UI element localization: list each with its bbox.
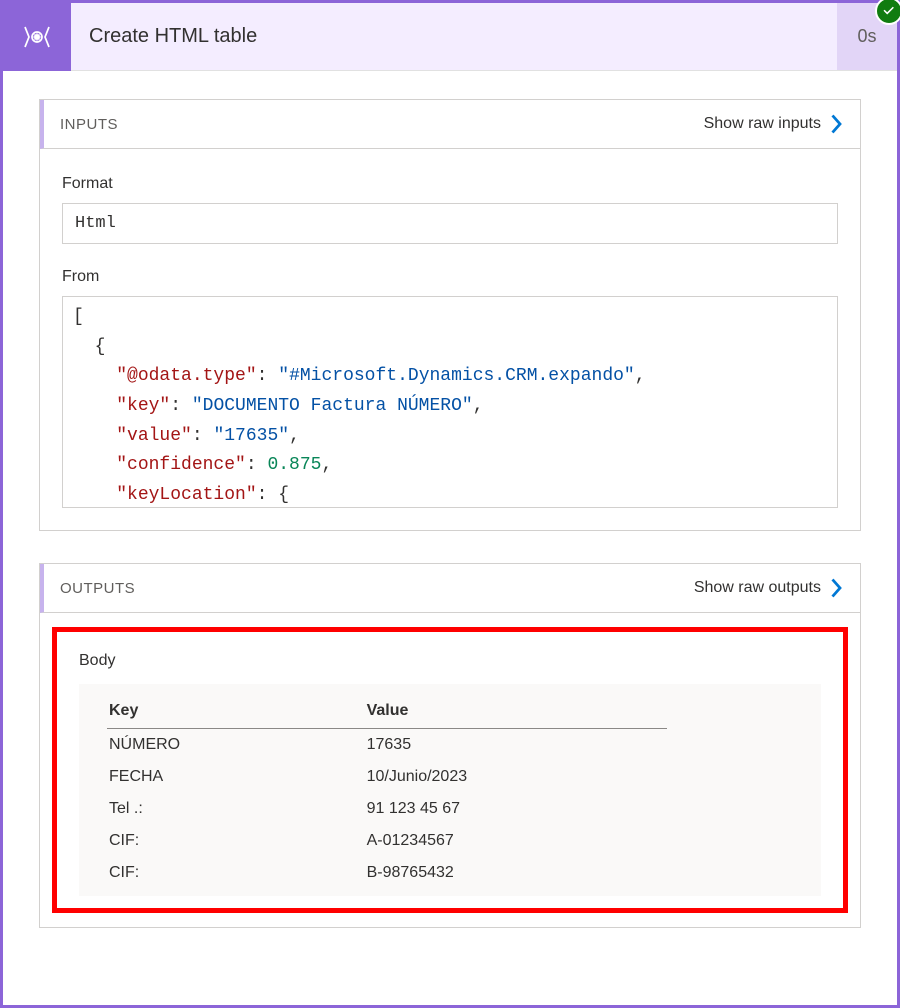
cell-value: 10/Junio/2023 [365,761,667,793]
cell-key: NÚMERO [107,729,365,762]
inputs-panel-header: INPUTS Show raw inputs [40,100,860,149]
outputs-panel: OUTPUTS Show raw outputs Body [39,563,861,928]
cell-value: B-98765432 [365,857,667,889]
table-row: NÚMERO 17635 [107,729,667,762]
show-raw-inputs-label: Show raw inputs [704,115,821,133]
table-header-value: Value [365,698,667,729]
cell-value: A-01234567 [365,825,667,857]
outputs-panel-title: OUTPUTS [60,580,694,597]
cell-key: FECHA [107,761,365,793]
outputs-panel-header: OUTPUTS Show raw outputs [40,564,860,613]
show-raw-outputs-link[interactable]: Show raw outputs [694,578,842,598]
format-label: Format [62,175,838,193]
body-html-viewer[interactable]: Key Value NÚMERO 17635 FECHA [79,684,821,896]
action-icon-box [3,3,71,71]
show-raw-inputs-link[interactable]: Show raw inputs [704,114,842,134]
from-json-viewer[interactable]: [ { "@odata.type": "#Microsoft.Dynamics.… [62,296,838,508]
inputs-panel-title: INPUTS [60,116,704,133]
table-row: CIF: B-98765432 [107,857,667,889]
cell-key: CIF: [107,857,365,889]
cell-key: CIF: [107,825,365,857]
status-success-badge [875,0,900,25]
body-label: Body [79,652,821,670]
action-header: Create HTML table 0s [3,3,897,71]
table-row: Tel .: 91 123 45 67 [107,793,667,825]
from-label: From [62,268,838,286]
cell-key: Tel .: [107,793,365,825]
table-row: FECHA 10/Junio/2023 [107,761,667,793]
format-value: Html [62,203,838,244]
chevron-right-icon [831,578,842,598]
table-row: CIF: A-01234567 [107,825,667,857]
action-title: Create HTML table [71,3,837,70]
cell-value: 17635 [365,729,667,762]
body-highlighted-section: Body Key Value NÚMERO [52,627,848,913]
inputs-panel: INPUTS Show raw inputs Format Html From … [39,99,861,531]
table-header-key: Key [107,698,365,729]
cell-value: 91 123 45 67 [365,793,667,825]
data-operations-icon [19,19,55,55]
show-raw-outputs-label: Show raw outputs [694,579,821,597]
checkmark-icon [881,3,897,19]
chevron-right-icon [831,114,842,134]
output-table: Key Value NÚMERO 17635 FECHA [107,698,667,889]
